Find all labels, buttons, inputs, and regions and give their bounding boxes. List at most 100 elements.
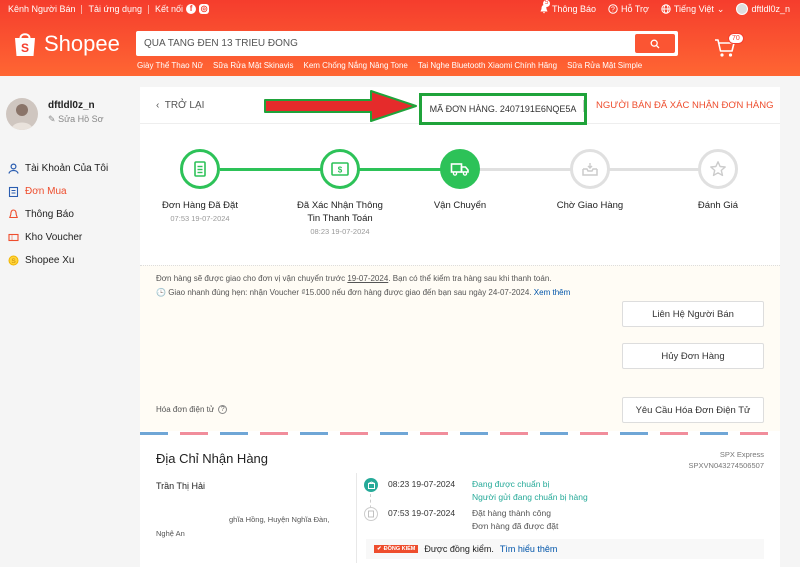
facebook-icon[interactable]: f [186,4,197,14]
delivery-notice: Đơn hàng sẽ được giao cho đơn vị vận chu… [156,274,552,283]
star-icon [698,149,738,189]
package-icon [364,478,378,492]
sidebar-nav: Tài Khoản Của Tôi Đơn Mua Thông Báo Kho … [8,157,108,272]
help-link[interactable]: ? Hỗ Trợ [608,4,649,14]
chevron-down-icon: ⌄ [716,3,725,14]
sidebar-item-label: Shopee Xu [25,255,75,266]
fast-delivery-notice: 🕒 Giao nhanh đúng hẹn: nhận Voucher ₫15.… [156,288,570,297]
see-more-link[interactable]: Xem thêm [534,288,570,297]
divider [356,473,357,563]
cart-count-badge: 70 [728,33,744,44]
language-selector[interactable]: Tiếng Việt ⌄ [661,3,725,15]
step-label: Vận Chuyển [433,200,487,211]
e-invoice-text: Hóa đơn điện tử [156,405,215,414]
carrier-info: SPX Express SPXVN043274506507 [689,449,764,471]
order-detail-panel: ‹ TRỞ LẠI MÃ ĐƠN HÀNG. 2407191E6NQE5A NG… [140,87,780,567]
event-time: 07:53 19-07-2024 [388,508,456,518]
notice-text: Đơn hàng sẽ được giao cho đơn vị vận chu… [156,274,346,283]
edit-profile-link[interactable]: ✎ Sửa Hồ Sơ [48,114,104,125]
svg-text:S: S [11,258,16,265]
step-review: Đánh Giá [648,149,788,212]
step-awaiting-delivery: Chờ Giao Hàng [520,149,660,212]
address-title: Địa Chỉ Nhận Hàng [156,451,269,466]
step-shipping: Vận Chuyển [390,149,530,212]
bell-icon [9,209,18,219]
tracking-number: SPXVN043274506507 [688,461,764,470]
logo-text: Shopee [44,31,120,56]
order-progress-stepper: Đơn Hàng Đã Đặt 07:53 19-07-2024 $ Đã Xá… [140,135,780,245]
order-status: NGƯỜI BÁN ĐÃ XÁC NHẬN ĐƠN HÀNG [596,100,774,111]
svg-text:?: ? [611,7,615,14]
question-icon[interactable]: ? [218,405,228,414]
event-description: Người gửi đang chuẩn bị hàng [472,492,588,502]
co-inspection-badge: ✔ ĐỒNG KIỂM [374,545,419,553]
notification-count-badge: 5 [542,0,551,7]
request-invoice-button[interactable]: Yêu Cầu Hóa Đơn Điện Tử [622,397,764,423]
annotation-arrow-icon [264,90,417,122]
sidebar-item-my-account[interactable]: Tài Khoản Của Tôi [8,157,108,180]
step-time: 08:23 19-07-2024 [310,227,370,236]
hot-keyword[interactable]: Kem Chống Nắng Nâng Tone [304,61,408,70]
profile-username: dftldl0z_n [48,100,95,111]
shopee-logo[interactable]: S Shopee [12,30,120,58]
step-payment-confirmed: $ Đã Xác Nhận Thông Tin Thanh Toán 08:23… [270,149,410,236]
notifications-label: Thông Báo [551,4,596,14]
svg-text:S: S [21,41,29,55]
order-actions-section: Đơn hàng sẽ được giao cho đơn vị vận chu… [140,265,780,431]
hot-keyword[interactable]: Giày Thể Thao Nữ [137,61,203,70]
back-label: TRỞ LẠI [164,100,205,111]
learn-more-link[interactable]: Tìm hiểu thêm [500,544,558,554]
voucher-icon [8,233,19,242]
order-header-bar: ‹ TRỞ LẠI MÃ ĐƠN HÀNG. 2407191E6NQE5A NG… [140,87,780,125]
divider [81,4,83,14]
sidebar-item-vouchers[interactable]: Kho Voucher [8,226,108,249]
pencil-icon: ✎ [48,114,56,124]
seller-channel-link[interactable]: Kênh Người Bán [8,4,75,14]
search-button[interactable] [635,34,675,53]
hot-keywords: Giày Thể Thao Nữ Sữa Rửa Mặt Skinavis Ke… [137,61,642,70]
edit-profile-label: Sửa Hồ Sơ [58,114,104,124]
back-button[interactable]: ‹ TRỞ LẠI [156,100,204,111]
step-label: Đơn Hàng Đã Đặt [162,200,238,211]
user-icon [8,163,19,174]
cancel-order-button[interactable]: Hủy Đơn Hàng [622,343,764,369]
e-invoice-label: Hóa đơn điện tử ? [156,405,228,414]
recipient-name: Trần Thị Hải [156,481,206,491]
search-input[interactable]: QUA TANG ĐEN 13 TRIEU ĐONG [144,38,298,49]
shopee-bag-icon: S [15,33,35,56]
contact-seller-button[interactable]: Liên Hệ Người Bán [622,301,764,327]
clock-icon: 🕒 [156,288,166,297]
account-menu[interactable]: dftldl0z_n [736,3,790,15]
svg-text:$: $ [338,166,343,175]
co-inspection-text: Được đồng kiểm. [424,544,494,554]
event-time: 08:23 19-07-2024 [388,479,456,489]
step-order-placed: Đơn Hàng Đã Đặt 07:53 19-07-2024 [130,149,270,223]
recipient-address: ghĩa Hồng, Huyện Nghĩa Đàn, [229,515,330,524]
hot-keyword[interactable]: Sữa Rửa Mặt Simple [567,61,642,70]
sidebar-item-notifications[interactable]: Thông Báo [8,203,108,226]
notifications-link[interactable]: 5 Thông Báo [539,0,596,14]
question-icon: ? [608,4,618,14]
sidebar-item-shopee-coins[interactable]: S Shopee Xu [8,249,108,272]
step-label: Đã Xác Nhận Thông Tin Thanh Toán [297,200,383,224]
instagram-icon[interactable]: ◎ [199,4,210,14]
airmail-divider [140,432,780,435]
divider [583,100,584,112]
hot-keyword[interactable]: Sữa Rửa Mặt Skinavis [213,61,294,70]
inbox-icon [570,149,610,189]
sidebar-item-label: Kho Voucher [25,232,83,243]
receipt-icon [364,507,378,521]
carrier-name: SPX Express [719,450,764,459]
download-app-link[interactable]: Tải ứng dụng [88,4,142,14]
cart-button[interactable]: 70 [714,33,744,60]
notice-text: . Bạn có thể kiểm tra hàng sau khi thanh… [388,274,552,283]
clipboard-icon [8,186,19,197]
search-bar[interactable]: QUA TANG ĐEN 13 TRIEU ĐONG [136,31,678,56]
sidebar-item-label: Đơn Mua [25,186,67,197]
account-username: dftldl0z_n [751,4,790,14]
hot-keyword[interactable]: Tai Nghe Bluetooth Xiaomi Chính Hãng [418,61,557,70]
recipient-province: Nghệ An [156,529,185,538]
avatar[interactable] [6,98,38,130]
event-description: Đơn hàng đã được đặt [472,521,559,531]
sidebar-item-purchases[interactable]: Đơn Mua [8,180,108,203]
